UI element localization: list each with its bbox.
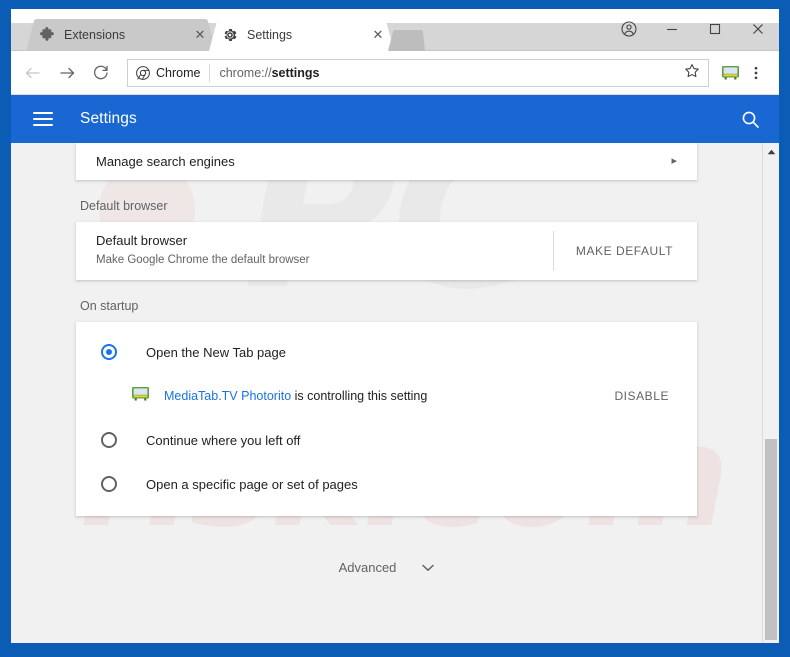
default-browser-secondary-label: Make Google Chrome the default browser [96,254,310,267]
three-dot-menu-icon [754,66,758,79]
address-bar-url: chrome://settings [219,66,319,80]
mediatab-tv-extension-icon-glyph [132,387,149,401]
chrome-chip-label: Chrome [156,65,201,80]
radio-row-new-tab-page[interactable]: Open the New Tab page [76,330,697,374]
row-default-browser: Default browser Make Google Chrome the d… [76,222,697,280]
person-icon [620,21,637,37]
browser-window: Extensions ✕ Settings ✕ Chrome chrome://… [0,0,790,657]
extension-control-notice: MediaTab.TV Photorito is controlling thi… [76,374,697,418]
hamburger-line-1 [33,112,53,114]
minimize-icon [666,28,677,31]
radio-row-specific-pages[interactable]: Open a specific page or set of pages [76,462,697,506]
close-button[interactable] [736,15,779,44]
chrome-origin-chip: Chrome [136,63,211,82]
close-icon [752,24,763,34]
bookmark-star-icon[interactable] [684,63,700,82]
tab-strip: Extensions ✕ Settings ✕ [11,9,779,51]
extension-notice-suffix: is controlling this setting [291,389,428,403]
browser-toolbar: Chrome chrome://settings [11,51,779,95]
extension-name-link[interactable]: MediaTab.TV Photorito [164,389,291,403]
radio-continue-where-left-off[interactable] [101,432,117,448]
make-default-button-wrap: MAKE DEFAULT [552,231,697,271]
url-prefix: chrome:// [219,65,272,80]
tab-extensions-title: Extensions [64,28,126,42]
back-button[interactable] [19,59,47,87]
card-default-browser: Default browser Make Google Chrome the d… [76,222,697,280]
browser-window-inner: Extensions ✕ Settings ✕ Chrome chrome://… [11,9,779,643]
star-icon-glyph [685,64,699,78]
chevron-down-icon [422,564,435,572]
search-icon-glyph [742,111,759,128]
settings-header-bar: Settings [11,95,779,143]
gear-icon [224,28,237,42]
forward-button[interactable] [53,59,81,87]
maximize-button[interactable] [693,15,736,44]
disable-button-wrap: DISABLE [614,387,677,405]
radio-new-tab-page[interactable] [101,344,117,360]
advanced-label: Advanced [338,560,397,575]
reload-icon [94,65,108,79]
default-browser-primary-label: Default browser [96,233,188,249]
mediatab-tv-extension-icon[interactable] [717,60,743,86]
tab-settings-close-icon[interactable]: ✕ [370,27,386,43]
puzzle-piece-icon [40,27,54,41]
scrollbar-thumb[interactable] [765,439,777,640]
section-title-on-startup: On startup [80,299,139,313]
hamburger-icon[interactable] [33,108,53,130]
tab-extensions-close-icon[interactable]: ✕ [192,27,208,43]
url-path: settings [271,65,320,80]
card-on-startup: Open the New Tab page MediaTab.TV Photor… [76,322,697,516]
settings-page-body: PC risk.com Manage search engines ▸ Defa… [11,143,779,643]
minimize-button[interactable] [650,15,693,44]
radio-specific-pages[interactable] [101,476,117,492]
mediatab-tv-extension-icon [131,385,150,407]
radio-label-new-tab-page: Open the New Tab page [146,344,286,360]
row-manage-search-engines[interactable]: Manage search engines ▸ [76,143,697,180]
extension-notice-text: MediaTab.TV Photorito is controlling thi… [164,389,427,403]
tab-extensions[interactable]: Extensions ✕ [26,19,216,51]
forward-arrow-icon [60,67,75,78]
vertical-scrollbar[interactable] [762,143,779,643]
scroll-up-icon [767,149,775,154]
chevron-down-icon-glyph [422,564,435,571]
radio-label-continue-where-left-off: Continue where you left off [146,432,301,448]
tab-settings[interactable]: Settings ✕ [209,19,394,51]
maximize-icon [709,23,720,35]
radio-label-specific-pages: Open a specific page or set of pages [146,476,358,492]
section-title-default-browser: Default browser [80,199,168,213]
default-browser-text: Default browser Make Google Chrome the d… [96,232,310,269]
chevron-right-icon: ▸ [671,155,677,167]
card-manage-search-engines: Manage search engines ▸ [76,143,697,180]
new-tab-ghost-shape[interactable] [383,30,425,51]
radio-row-continue-where-left-off[interactable]: Continue where you left off [76,418,697,462]
window-controls [607,9,779,49]
hamburger-line-2 [33,118,53,120]
address-bar[interactable]: Chrome chrome://settings [127,58,709,87]
chrome-menu-button[interactable] [743,60,769,86]
profile-avatar-button[interactable] [607,15,650,44]
tab-settings-title: Settings [247,28,293,42]
advanced-expander[interactable]: Advanced [76,560,697,575]
manage-search-engines-label: Manage search engines [96,154,235,169]
page-title: Settings [80,110,137,127]
settings-content-column: Manage search engines ▸ Default browser … [11,143,762,575]
back-arrow-icon [25,67,40,78]
make-default-button[interactable]: MAKE DEFAULT [576,244,673,258]
disable-extension-button[interactable]: DISABLE [614,389,669,403]
hamburger-line-3 [33,124,53,126]
scrollbar-up-arrow[interactable] [763,143,779,160]
toolbar-actions [717,60,769,86]
reload-button[interactable] [87,59,115,87]
chrome-logo-icon [136,65,150,80]
search-icon[interactable] [739,108,761,130]
mediatab-tv-extension-icon-glyph [721,66,739,80]
